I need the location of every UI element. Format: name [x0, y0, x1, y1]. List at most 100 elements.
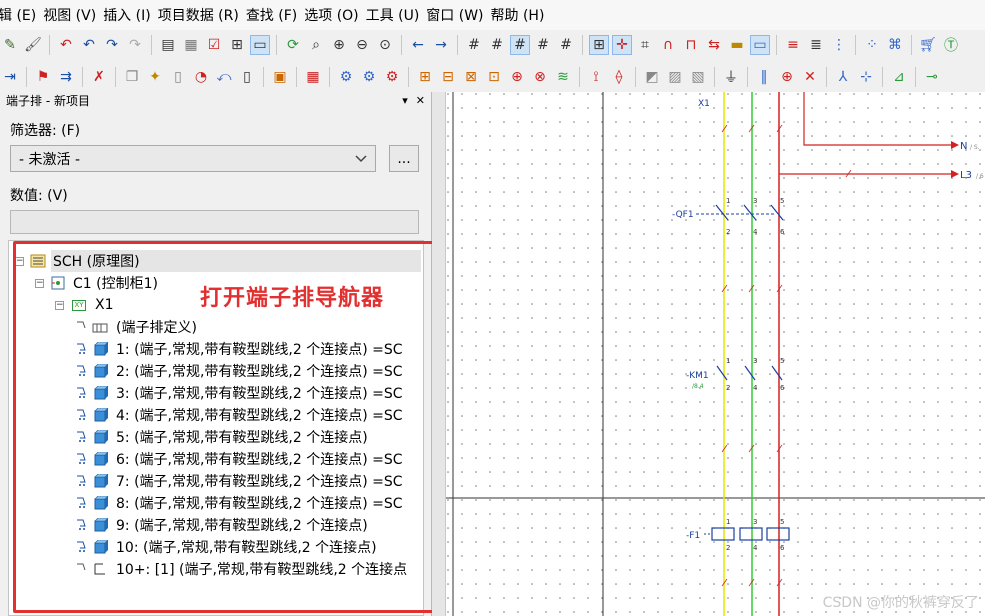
grid-b-icon[interactable]: #: [487, 35, 507, 55]
brush-icon[interactable]: 🖌︎: [23, 35, 43, 55]
toolbar-divider: [401, 35, 402, 55]
cable-icon[interactable]: ≋: [553, 67, 573, 87]
new-page-icon[interactable]: ✦: [145, 67, 165, 87]
toolbar-divider: [296, 67, 297, 87]
menu-tools[interactable]: 工具 (U): [366, 5, 427, 25]
terminal-a-icon[interactable]: ⊞: [415, 67, 435, 87]
terminal-c-icon[interactable]: ⊠: [461, 67, 481, 87]
connection-icon[interactable]: ⇆: [704, 35, 724, 55]
terminal-b-icon[interactable]: ⊟: [438, 67, 458, 87]
device-b-icon[interactable]: ⚙: [359, 67, 379, 87]
grid-d-icon[interactable]: #: [533, 35, 553, 55]
page-c-icon[interactable]: ⤺: [214, 67, 234, 87]
menu-options[interactable]: 选项 (O): [304, 5, 365, 25]
filter-more-button[interactable]: ...: [389, 145, 419, 172]
connector-b-icon[interactable]: ⊹: [856, 67, 876, 87]
page-navigator-icon[interactable]: ▤: [158, 35, 178, 55]
toolbar-divider: [714, 67, 715, 87]
pin-3: 3: [753, 518, 757, 526]
redo-icon[interactable]: ↷: [102, 35, 122, 55]
pin-1: 1: [726, 357, 730, 365]
ground-icon[interactable]: ⏚: [721, 67, 741, 87]
symbol-a-icon[interactable]: ⚑: [33, 67, 53, 87]
menu-help[interactable]: 帮助 (H): [491, 5, 552, 25]
undo-red-icon[interactable]: ↶: [56, 35, 76, 55]
zoom-in-icon[interactable]: ⊕: [329, 35, 349, 55]
table-red-icon[interactable]: ▦: [303, 67, 323, 87]
table-icon[interactable]: ⊞: [227, 35, 247, 55]
refresh-icon[interactable]: ⟳: [283, 35, 303, 55]
interrupt-icon[interactable]: ⊸: [922, 67, 942, 87]
symbol-b-icon[interactable]: ⇉: [56, 67, 76, 87]
zoom-out-icon[interactable]: ⊖: [352, 35, 372, 55]
grid-c-icon[interactable]: #: [510, 35, 530, 55]
undo-icon[interactable]: ↶: [79, 35, 99, 55]
snap-grid-icon[interactable]: ⊞: [589, 35, 609, 55]
device-a-icon[interactable]: ⚙: [336, 67, 356, 87]
format-painter-icon[interactable]: ✎: [0, 35, 20, 55]
snap-object-icon[interactable]: ✛: [612, 35, 632, 55]
schematic-canvas[interactable]: X1 N / S. L3 / 6 -QF1 1 3 5 2 4 6 -KM1 /…: [446, 92, 985, 616]
value-input[interactable]: [10, 210, 419, 234]
remove-symbol-icon[interactable]: ✗: [89, 67, 109, 87]
connector-a-icon[interactable]: ⅄: [833, 67, 853, 87]
terminal-e-icon[interactable]: ⊕: [507, 67, 527, 87]
dots-icon[interactable]: ⁘: [862, 35, 882, 55]
menu-project-data[interactable]: 项目数据 (R): [158, 5, 246, 25]
copy-icon[interactable]: ❐: [122, 67, 142, 87]
pin-2: 2: [726, 228, 730, 236]
terminal-f-icon[interactable]: ⊗: [530, 67, 550, 87]
zoom-window-icon[interactable]: ⌕: [306, 35, 326, 55]
macro-icon[interactable]: ▣: [270, 67, 290, 87]
menu-view[interactable]: 视图 (V): [43, 5, 103, 25]
text-cursor-icon[interactable]: Ⓣ: [941, 35, 961, 55]
page-b-icon[interactable]: ◔: [191, 67, 211, 87]
terminal-d-icon[interactable]: ⊡: [484, 67, 504, 87]
arrow-right-icon[interactable]: →: [431, 35, 451, 55]
page-d-icon[interactable]: ▯: [237, 67, 257, 87]
hatch-c-icon[interactable]: ▧: [688, 67, 708, 87]
grid-a-icon[interactable]: #: [464, 35, 484, 55]
label-icon[interactable]: ▬: [727, 35, 747, 55]
plug-a-icon[interactable]: ⟟: [586, 67, 606, 87]
potential-c-icon[interactable]: ✕: [800, 67, 820, 87]
potential-b-icon[interactable]: ⊕: [777, 67, 797, 87]
menu-find[interactable]: 查找 (F): [246, 5, 304, 25]
menu-insert[interactable]: 插入 (I): [103, 5, 158, 25]
filter-select[interactable]: - 未激活 -: [10, 145, 376, 172]
label-l3: L3: [960, 170, 972, 181]
page-a-icon[interactable]: ▯: [168, 67, 188, 87]
arrow-left-icon[interactable]: ←: [408, 35, 428, 55]
redo-gray-icon[interactable]: ↷: [125, 35, 145, 55]
hatch-a-icon[interactable]: ◩: [642, 67, 662, 87]
hatch-b-icon[interactable]: ▨: [665, 67, 685, 87]
zoom-100-icon[interactable]: ⊙: [375, 35, 395, 55]
potential-a-icon[interactable]: ‖: [754, 67, 774, 87]
checklist-icon[interactable]: ☑: [204, 35, 224, 55]
menu-edit[interactable]: 辑 (E): [0, 5, 43, 25]
chevron-down-icon: [355, 154, 367, 162]
device-c-icon[interactable]: ⚙: [382, 67, 402, 87]
lines-c-icon[interactable]: ⋮: [829, 35, 849, 55]
graphic-editor-icon[interactable]: ▭: [250, 35, 270, 55]
lines-b-icon[interactable]: ≣: [806, 35, 826, 55]
cart-icon[interactable]: 🛒︎: [918, 35, 938, 55]
magnet-grid-icon[interactable]: ⊓: [681, 35, 701, 55]
value-label: 数值: (V): [10, 188, 68, 204]
lines-a-icon[interactable]: ≡: [783, 35, 803, 55]
connector-c-icon[interactable]: ⊿: [889, 67, 909, 87]
pin-icon[interactable]: ▾: [402, 94, 408, 107]
splitter[interactable]: [432, 92, 446, 616]
grid-e-icon[interactable]: #: [556, 35, 576, 55]
clamp-icon[interactable]: ⌗: [635, 35, 655, 55]
close-icon[interactable]: ✕: [416, 94, 425, 107]
label-n: N: [960, 141, 967, 152]
input-mode-icon[interactable]: ▭: [750, 35, 770, 55]
window-icon[interactable]: ▦: [181, 35, 201, 55]
plug-b-icon[interactable]: ⟠: [609, 67, 629, 87]
pin-4: 4: [753, 544, 758, 552]
menu-window[interactable]: 窗口 (W): [426, 5, 490, 25]
frame-icon[interactable]: ⌘: [885, 35, 905, 55]
insert-arrow-icon[interactable]: ⇥: [0, 67, 20, 87]
magnet-icon[interactable]: ∩: [658, 35, 678, 55]
